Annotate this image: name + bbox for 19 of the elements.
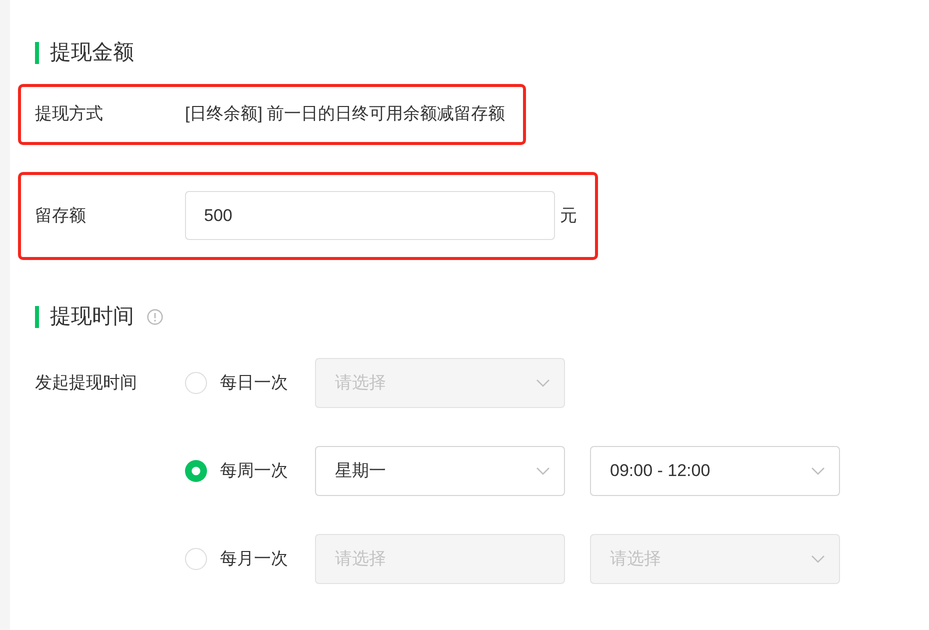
field-label: 发起提现时间 bbox=[35, 372, 138, 394]
radio-label[interactable]: 每月一次 bbox=[220, 548, 288, 570]
radio-button[interactable] bbox=[185, 460, 207, 482]
accent-bar-icon bbox=[35, 306, 39, 328]
info-icon[interactable] bbox=[147, 309, 163, 325]
radio-label[interactable]: 每周一次 bbox=[220, 460, 288, 482]
radio-label[interactable]: 每日一次 bbox=[220, 372, 288, 394]
unit-label: 元 bbox=[560, 204, 577, 226]
section-title: 提现金额 bbox=[50, 40, 134, 66]
field-label: 提现方式 bbox=[35, 103, 104, 125]
field-label: 留存额 bbox=[35, 204, 87, 226]
accent-bar-icon bbox=[35, 42, 39, 64]
field-value: [日终余额] 前一日的日终可用余额减留存额 bbox=[185, 103, 506, 125]
radio-button[interactable] bbox=[185, 372, 207, 394]
input-field[interactable]: 500 bbox=[185, 191, 555, 240]
select-field[interactable]: 09:00 - 12:00 bbox=[590, 446, 840, 496]
select-field[interactable]: 星期一 bbox=[315, 446, 565, 496]
section-title: 提现时间 bbox=[50, 304, 134, 330]
radio-button[interactable] bbox=[185, 548, 207, 570]
